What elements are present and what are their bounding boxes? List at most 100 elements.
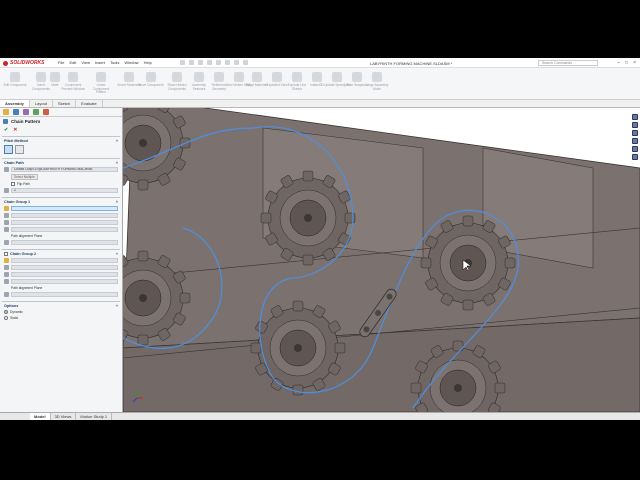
tab-sketch[interactable]: Sketch [53, 100, 77, 107]
menu-insert[interactable]: Insert [95, 60, 105, 65]
cancel-button[interactable]: ✕ [13, 127, 17, 133]
property-manager-icon[interactable] [13, 109, 19, 115]
pitch-method-section: Pitch Method ˄ [2, 136, 120, 156]
ok-button[interactable]: ✔ [4, 127, 8, 133]
assembly-model [123, 108, 640, 412]
dimxpert-icon[interactable] [33, 109, 39, 115]
component-preview-icon [68, 72, 78, 82]
group1-alignment-label: Path alignment Plane [11, 234, 43, 238]
tab-model[interactable]: Model [30, 413, 51, 420]
group1-plane-field[interactable] [11, 240, 118, 245]
group1-distance-field[interactable] [11, 213, 118, 218]
flip-path-checkbox[interactable] [11, 182, 15, 186]
explode-line-icon [292, 72, 302, 82]
group2-plane-field[interactable] [11, 292, 118, 297]
ribbon-large-assembly-mode[interactable]: Large Assembly Mode [364, 72, 390, 91]
document-title: LABYRINTH FORMING MACHINE.SLDASM * [370, 61, 453, 66]
new-icon[interactable] [180, 60, 185, 65]
component-icon [4, 258, 9, 263]
options-icon[interactable] [243, 60, 248, 65]
display-manager-icon[interactable] [43, 109, 49, 115]
instant3d-icon [312, 72, 322, 82]
collapse-icon[interactable]: ˄ [116, 161, 118, 165]
chain-group1-label: Chain Group 1 [4, 200, 31, 204]
search-commands-input[interactable]: Search Commands [538, 60, 598, 66]
collapse-icon[interactable]: ˄ [116, 304, 118, 308]
group2-checkbox[interactable] [4, 252, 8, 256]
collapse-icon[interactable]: ˄ [116, 139, 118, 143]
save-icon[interactable] [198, 60, 203, 65]
pivot-icon [4, 220, 9, 225]
appearances-icon[interactable] [632, 146, 638, 152]
undo-icon[interactable] [216, 60, 221, 65]
pitch-method-label: Pitch Method [4, 139, 28, 143]
menu-view[interactable]: View [81, 60, 90, 65]
group2-component-field[interactable] [11, 258, 118, 263]
resources-icon[interactable] [632, 114, 638, 120]
select-multiple-button[interactable]: Select Multiple [11, 174, 38, 180]
static-radio[interactable] [4, 316, 8, 320]
exploded-view-icon [272, 72, 282, 82]
command-tabs: Assembly Layout Sketch Evaluate [0, 100, 640, 108]
menu-help[interactable]: Help [144, 60, 152, 65]
feature-manager-icon[interactable] [3, 109, 9, 115]
select-icon[interactable] [225, 60, 230, 65]
minimize-icon[interactable]: – [617, 60, 620, 66]
menu-window[interactable]: Window [124, 60, 138, 65]
design-library-icon[interactable] [632, 122, 638, 128]
group1-component-field[interactable] [11, 206, 118, 211]
logo-text: SOLIDWORKS [10, 60, 45, 66]
pivot-icon [4, 272, 9, 277]
chain-group2-section: Chain Group 2 ˄ Path alignment Plane [2, 249, 120, 299]
open-icon[interactable] [189, 60, 194, 65]
menu-bar: File Edit View Insert Tools Window Help [58, 60, 152, 65]
large-assembly-icon [372, 72, 382, 82]
group2-connection-field[interactable] [11, 279, 118, 284]
ribbon-component-preview[interactable]: Component Preview Window [60, 72, 86, 91]
edit-component-icon [10, 72, 20, 82]
tab-layout[interactable]: Layout [30, 100, 53, 107]
bom-icon [252, 72, 262, 82]
manager-tabs [0, 108, 122, 117]
view-palette-icon[interactable] [632, 138, 638, 144]
distance-method-icon[interactable] [4, 145, 13, 154]
tab-motion-study[interactable]: Motion Study 1 [76, 413, 113, 420]
group2-pivot-field[interactable] [11, 272, 118, 277]
close-icon[interactable]: × [633, 60, 636, 66]
menu-file[interactable]: File [58, 60, 64, 65]
menu-edit[interactable]: Edit [69, 60, 76, 65]
component-icon [4, 206, 9, 211]
collapse-icon[interactable]: ˄ [116, 252, 118, 256]
assembly-features-icon [194, 72, 204, 82]
speedpak-icon [332, 72, 342, 82]
mate-icon [50, 72, 60, 82]
configuration-manager-icon[interactable] [23, 109, 29, 115]
print-icon[interactable] [207, 60, 212, 65]
menu-tools[interactable]: Tools [110, 60, 119, 65]
chain-path-field[interactable]: Closed Loop<1>@LABYRINTH FORMING MACHINE [11, 167, 118, 172]
ribbon-move-component[interactable]: Move Component [138, 72, 164, 88]
group2-distance-field[interactable] [11, 265, 118, 270]
group1-connection-field[interactable] [11, 227, 118, 232]
plane-icon [4, 292, 9, 297]
maximize-icon[interactable]: □ [625, 60, 628, 66]
instances-field[interactable]: 2 [11, 188, 118, 193]
tab-3d-views[interactable]: 3D Views [51, 413, 77, 420]
group2-alignment-label: Path alignment Plane [11, 286, 43, 290]
ribbon-edit-component[interactable]: Edit Component [2, 72, 28, 88]
collapse-icon[interactable]: ˄ [116, 200, 118, 204]
linkage-method-icon[interactable] [15, 145, 24, 154]
tab-assembly[interactable]: Assembly [0, 100, 30, 107]
plane-icon [4, 240, 9, 245]
dynamic-label: Dynamic [10, 310, 23, 314]
graphics-area[interactable] [123, 108, 640, 412]
chain-group1-section: Chain Group 1 ˄ Path alignment Plane [2, 197, 120, 247]
solidworks-logo[interactable]: SOLIDWORKS [3, 60, 44, 66]
ribbon-linear-pattern[interactable]: Linear Component Pattern [88, 72, 114, 95]
custom-properties-icon[interactable] [632, 154, 638, 160]
file-explorer-icon[interactable] [632, 130, 638, 136]
dynamic-radio[interactable] [4, 310, 8, 314]
rebuild-icon[interactable] [234, 60, 239, 65]
group1-pivot-field[interactable] [11, 220, 118, 225]
tab-evaluate[interactable]: Evaluate [76, 100, 103, 107]
